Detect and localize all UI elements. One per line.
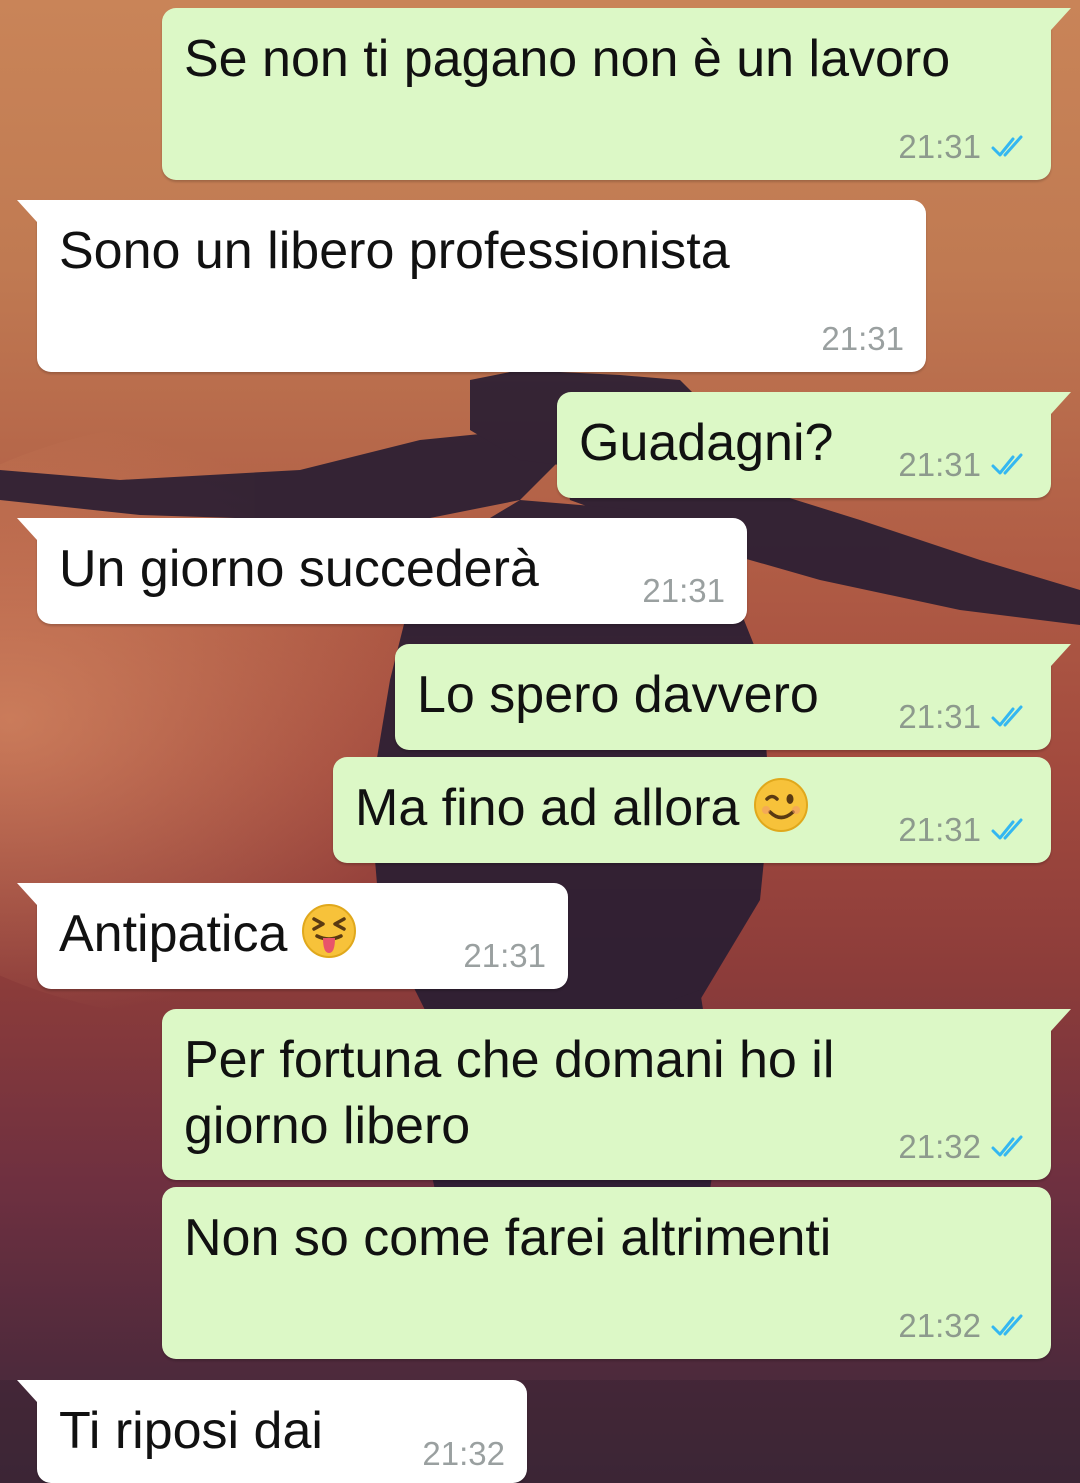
message-meta: 21:31 (821, 320, 904, 358)
message-meta: 21:32 (898, 1307, 1029, 1345)
double-check-read-icon (991, 818, 1023, 840)
message-meta: 21:31 (642, 572, 725, 610)
message-text: Se non ti pagano non è un lavoro (184, 30, 951, 88)
message-time: 21:31 (898, 128, 981, 165)
message-outgoing[interactable]: Non so come farei altrimenti 21:32 (162, 1187, 1051, 1359)
message-outgoing[interactable]: Ma fino ad allora 21:31 (333, 757, 1051, 863)
message-text: Un giorno succederà (59, 540, 539, 598)
message-meta: 21:31 (463, 937, 546, 975)
conversation: Se non ti pagano non è un lavoro 21:31 S… (0, 0, 1080, 1483)
message-text: Non so come farei altrimenti (184, 1209, 832, 1267)
message-text: Antipatica (59, 905, 288, 963)
message-incoming[interactable]: Ti riposi dai 21:32 (17, 1380, 527, 1483)
message-time: 21:32 (422, 1435, 505, 1472)
message-text: Guadagni? (579, 414, 834, 472)
message-meta: 21:32 (898, 1128, 1029, 1166)
message-outgoing[interactable]: Guadagni? 21:31 (557, 392, 1071, 498)
message-time: 21:31 (463, 937, 546, 974)
double-check-read-icon (991, 453, 1023, 475)
message-incoming[interactable]: Antipatica 21:31 (17, 883, 568, 989)
message-meta: 21:31 (898, 446, 1029, 484)
message-meta: 21:31 (898, 128, 1029, 166)
message-text-line: Per fortuna che domani ho il (184, 1031, 835, 1089)
squinting-face-with-tongue-emoji (302, 904, 357, 958)
double-check-read-icon (991, 1314, 1023, 1336)
message-meta: 21:31 (898, 698, 1029, 736)
message-time: 21:31 (642, 572, 725, 609)
message-time: 21:31 (898, 446, 981, 483)
double-check-read-icon (991, 705, 1023, 727)
message-incoming[interactable]: Sono un libero professionista 21:31 (17, 200, 926, 372)
message-text: Ma fino ad allora (355, 779, 740, 837)
message-text-row: Antipatica (59, 901, 357, 967)
double-check-read-icon (991, 1135, 1023, 1157)
message-time: 21:32 (898, 1128, 981, 1165)
message-time: 21:31 (898, 811, 981, 848)
message-time: 21:31 (821, 320, 904, 357)
message-incoming[interactable]: Un giorno succederà 21:31 (17, 518, 747, 624)
message-outgoing[interactable]: Lo spero davvero 21:31 (395, 644, 1071, 750)
winking-face-emoji (754, 778, 809, 832)
message-text-row: Ma fino ad allora (355, 775, 809, 841)
double-check-read-icon (991, 135, 1023, 157)
message-text: Lo spero davvero (417, 666, 819, 724)
message-text: Per fortuna che domani ho il giorno libe… (184, 1027, 834, 1159)
message-meta: 21:32 (422, 1435, 505, 1473)
message-text: Sono un libero professionista (59, 222, 730, 280)
message-text-line: giorno libero (184, 1097, 471, 1155)
message-outgoing[interactable]: Se non ti pagano non è un lavoro 21:31 (162, 8, 1071, 180)
message-time: 21:32 (898, 1307, 981, 1344)
message-time: 21:31 (898, 698, 981, 735)
message-text: Ti riposi dai (59, 1402, 323, 1460)
message-outgoing[interactable]: Per fortuna che domani ho il giorno libe… (162, 1009, 1071, 1180)
message-meta: 21:31 (898, 811, 1029, 849)
